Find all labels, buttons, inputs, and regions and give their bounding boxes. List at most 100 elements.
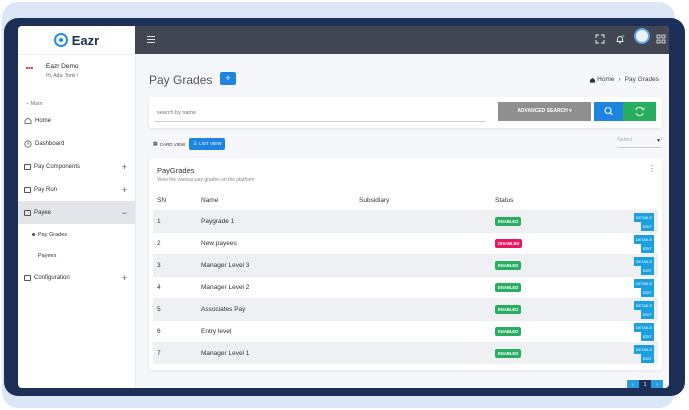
details-button[interactable]: DETAILS — [633, 212, 654, 222]
cell-name: Paygrade 1 — [197, 210, 355, 233]
details-button[interactable]: DETAILS — [633, 278, 654, 288]
cell-name: Manager Level 3 — [197, 254, 355, 277]
table-row: 5 Associates Pay ENABLED DETAILSEDIT — [153, 298, 658, 321]
details-button[interactable]: DETAILS — [633, 322, 654, 332]
edit-button[interactable]: EDIT — [640, 221, 654, 231]
user-avatar[interactable] — [634, 28, 650, 44]
bell-icon[interactable] — [615, 34, 625, 44]
col-header-actions — [615, 190, 658, 211]
table-title: PayGrades — [157, 166, 195, 175]
sidebar-item-label: Payee — [34, 209, 52, 216]
pagination: ‹ 1 › — [627, 380, 663, 388]
details-button[interactable]: DETAILS — [633, 344, 654, 354]
cell-sn: 4 — [153, 276, 197, 299]
apps-grid-icon[interactable] — [656, 34, 666, 44]
prev-page-button[interactable]: ‹ — [627, 380, 639, 388]
table-row: 6 Entry level ENABLED DETAILSEDIT — [153, 320, 658, 343]
cell-sn: 1 — [153, 210, 197, 233]
cell-subsidiary — [355, 232, 491, 255]
sidebar-subitem-payees[interactable]: Payees — [18, 245, 135, 266]
search-icon — [604, 107, 613, 116]
page-title: Pay Grades — [149, 73, 213, 87]
table-row: 2 New payees DISABLED DETAILSEDIT — [153, 232, 658, 255]
edit-button[interactable]: EDIT — [640, 287, 654, 297]
caret-down-icon: ▼ — [656, 138, 661, 144]
cell-subsidiary — [355, 254, 491, 277]
cell-subsidiary — [355, 276, 491, 299]
sidebar-item-label: Dashboard — [35, 140, 65, 147]
sidebar-item-pay-components[interactable]: Pay Components + — [18, 155, 135, 178]
page-number-button[interactable]: 1 — [639, 380, 651, 388]
menu-icon[interactable] — [147, 36, 155, 43]
col-header-sn: SN — [157, 196, 167, 204]
app-window: Eazr ■■■ Eazr Demo Hi, Ada, Tomi ! – Mai… — [18, 26, 669, 388]
status-badge: ENABLED — [495, 283, 522, 292]
sidebar-item-pay-run[interactable]: Pay Run + — [18, 178, 135, 201]
edit-button[interactable]: EDIT — [640, 265, 654, 275]
search-button[interactable] — [594, 102, 624, 121]
home-icon — [24, 117, 32, 124]
status-badge: ENABLED — [495, 327, 522, 336]
col-header-subsidiary: Subsidiary — [359, 196, 390, 204]
collapse-icon[interactable]: − — [122, 208, 127, 218]
cell-subsidiary — [355, 298, 491, 321]
sidebar-item-configuration[interactable]: Configuration + — [18, 266, 135, 289]
grid-icon: ▦ — [153, 141, 158, 147]
more-options-icon[interactable]: ⋮ — [648, 164, 656, 173]
app-name: Eazr — [71, 32, 100, 48]
edit-button[interactable]: EDIT — [640, 331, 654, 341]
cell-status: ENABLED — [491, 342, 615, 364]
sidebar-item-dashboard[interactable]: Dashboard — [18, 132, 135, 155]
settings-list-icon — [24, 274, 31, 281]
card-view-button[interactable]: ▦ CARD VIEW — [153, 141, 185, 147]
card-icon — [24, 186, 31, 193]
sidebar-item-label: Home — [35, 117, 52, 124]
cell-name: Manager Level 1 — [197, 342, 355, 364]
list-view-button[interactable]: ☰ LIST VIEW — [189, 138, 226, 150]
pay-grades-card: PayGrades View the various pay grades on… — [149, 158, 662, 370]
edit-button[interactable]: EDIT — [640, 309, 654, 319]
expand-icon[interactable]: + — [122, 185, 127, 195]
details-button[interactable]: DETAILS — [633, 300, 654, 310]
status-badge: ENABLED — [495, 349, 522, 358]
edit-button[interactable]: EDIT — [640, 353, 654, 363]
sidebar-item-home[interactable]: Home — [18, 109, 135, 132]
expand-icon[interactable]: + — [122, 162, 127, 172]
list-icon: ☰ — [193, 141, 198, 146]
cell-subsidiary — [355, 210, 491, 233]
next-page-button[interactable]: › — [651, 380, 663, 388]
details-button[interactable]: DETAILS — [633, 234, 654, 244]
topbar — [135, 26, 669, 54]
cell-status: ENABLED — [491, 298, 615, 321]
cell-name: New payees — [197, 232, 355, 255]
fullscreen-icon[interactable] — [595, 34, 605, 44]
clock-icon — [24, 139, 32, 148]
refresh-icon — [635, 106, 646, 117]
user-greeting: Hi, Ada, Tomi ! — [46, 73, 79, 79]
sidebar-section-label: – Main — [26, 101, 43, 107]
refresh-button[interactable] — [623, 102, 656, 121]
edit-button[interactable]: EDIT — [640, 243, 654, 253]
list-icon — [24, 163, 31, 170]
status-badge: ENABLED — [495, 261, 522, 270]
main-content: Pay Grades + Home › Pay Grades ADVANCED … — [135, 54, 669, 388]
org-name: Eazr Demo — [46, 63, 79, 70]
org-logo-icon: ■■■ — [26, 65, 34, 70]
details-button[interactable]: DETAILS — [633, 256, 654, 266]
sidebar-item-payee[interactable]: Payee − — [18, 201, 135, 224]
breadcrumb: Home › Pay Grades — [589, 76, 659, 83]
expand-icon[interactable]: + — [122, 273, 127, 283]
search-input[interactable] — [155, 105, 485, 122]
sidebar-subitem-pay-grades[interactable]: Pay Grades — [18, 224, 135, 245]
add-pay-grade-button[interactable]: + — [220, 72, 236, 85]
pay-grades-table: SN Name Subsidiary Status 1 Paygrade 1 E… — [153, 190, 658, 364]
logo[interactable]: Eazr — [18, 26, 135, 55]
cell-status: DISABLED — [491, 232, 615, 255]
breadcrumb-home[interactable]: Home — [597, 76, 614, 83]
filter-select[interactable]: Select ▼ — [617, 137, 661, 148]
cell-name: Entry level — [197, 320, 355, 343]
status-badge: ENABLED — [495, 305, 522, 314]
sidebar-item-label: Payees — [38, 252, 57, 259]
table-row: 7 Manager Level 1 ENABLED DETAILSEDIT — [153, 342, 658, 364]
advanced-search-button[interactable]: ADVANCED SEARCH ▾ — [498, 102, 591, 121]
